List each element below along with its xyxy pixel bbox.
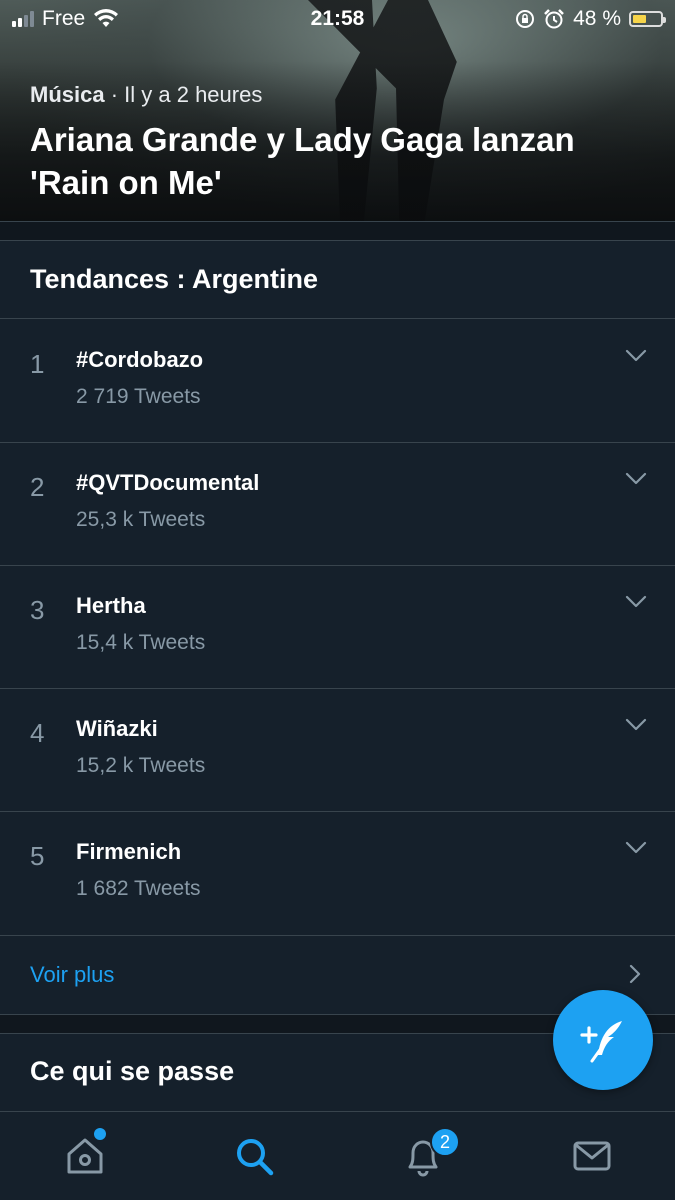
happening-title: Ce qui se passe	[30, 1056, 235, 1086]
trend-item[interactable]: 4 Wiñazki 15,2 k Tweets	[0, 688, 675, 811]
alarm-icon	[544, 9, 565, 29]
trend-tweet-count: 15,4 k Tweets	[76, 631, 206, 654]
trend-rank: 1	[30, 349, 45, 379]
new-content-dot	[94, 1128, 106, 1140]
battery-icon	[629, 11, 666, 27]
trend-tweet-count: 2 719 Tweets	[76, 385, 201, 408]
chevron-down-icon[interactable]	[625, 595, 647, 609]
home-icon[interactable]	[63, 1134, 107, 1178]
trend-tweet-count: 25,3 k Tweets	[76, 508, 206, 531]
trend-tweet-count: 1 682 Tweets	[76, 877, 201, 900]
trend-item[interactable]: 5 Firmenich 1 682 Tweets	[0, 811, 675, 934]
trend-item[interactable]: 1 #Cordobazo 2 719 Tweets	[0, 319, 675, 442]
hero-category: Música	[30, 82, 105, 107]
trend-rank: 3	[30, 595, 45, 625]
hero-time: · Il y a 2 heures	[104, 82, 263, 107]
trend-tweet-count: 15,2 k Tweets	[76, 754, 206, 777]
trend-name: Wiñazki	[76, 716, 158, 741]
chevron-down-icon[interactable]	[625, 472, 647, 486]
battery-percent: 48 %	[573, 7, 621, 30]
status-bar: Free 21:58 48 %	[0, 0, 675, 38]
trend-name: #Cordobazo	[76, 347, 204, 372]
trend-rank: 4	[30, 718, 45, 748]
hero-meta: Música · Il y a 2 heures	[30, 82, 262, 108]
trend-name: Hertha	[76, 593, 146, 618]
trend-name: #QVTDocumental	[76, 470, 260, 495]
chevron-down-icon[interactable]	[625, 349, 647, 363]
trend-item[interactable]: 3 Hertha 15,4 k Tweets	[0, 565, 675, 688]
trend-rank: 2	[30, 472, 45, 502]
bottom-tab-bar	[0, 1111, 675, 1200]
compose-feather-icon	[580, 1021, 622, 1063]
trend-item[interactable]: 2 #QVTDocumental 25,3 k Tweets	[0, 442, 675, 565]
trend-name: Firmenich	[76, 839, 182, 864]
chevron-down-icon[interactable]	[625, 718, 647, 732]
chevron-right-icon	[629, 964, 641, 984]
mail-icon[interactable]	[570, 1134, 614, 1178]
notifications-badge: 2	[430, 1127, 460, 1157]
trend-rank: 5	[30, 841, 45, 871]
trends-title: Tendances : Argentine	[30, 264, 319, 294]
rotation-lock-icon	[516, 10, 535, 28]
chevron-down-icon[interactable]	[625, 841, 647, 855]
compose-tweet-button[interactable]	[553, 990, 653, 1090]
see-more-label: Voir plus	[30, 962, 115, 987]
section-separator	[0, 221, 675, 241]
search-icon[interactable]	[232, 1134, 276, 1178]
hero-headline: Ariana Grande y Lady Gaga lanzan 'Rain o…	[30, 121, 575, 201]
